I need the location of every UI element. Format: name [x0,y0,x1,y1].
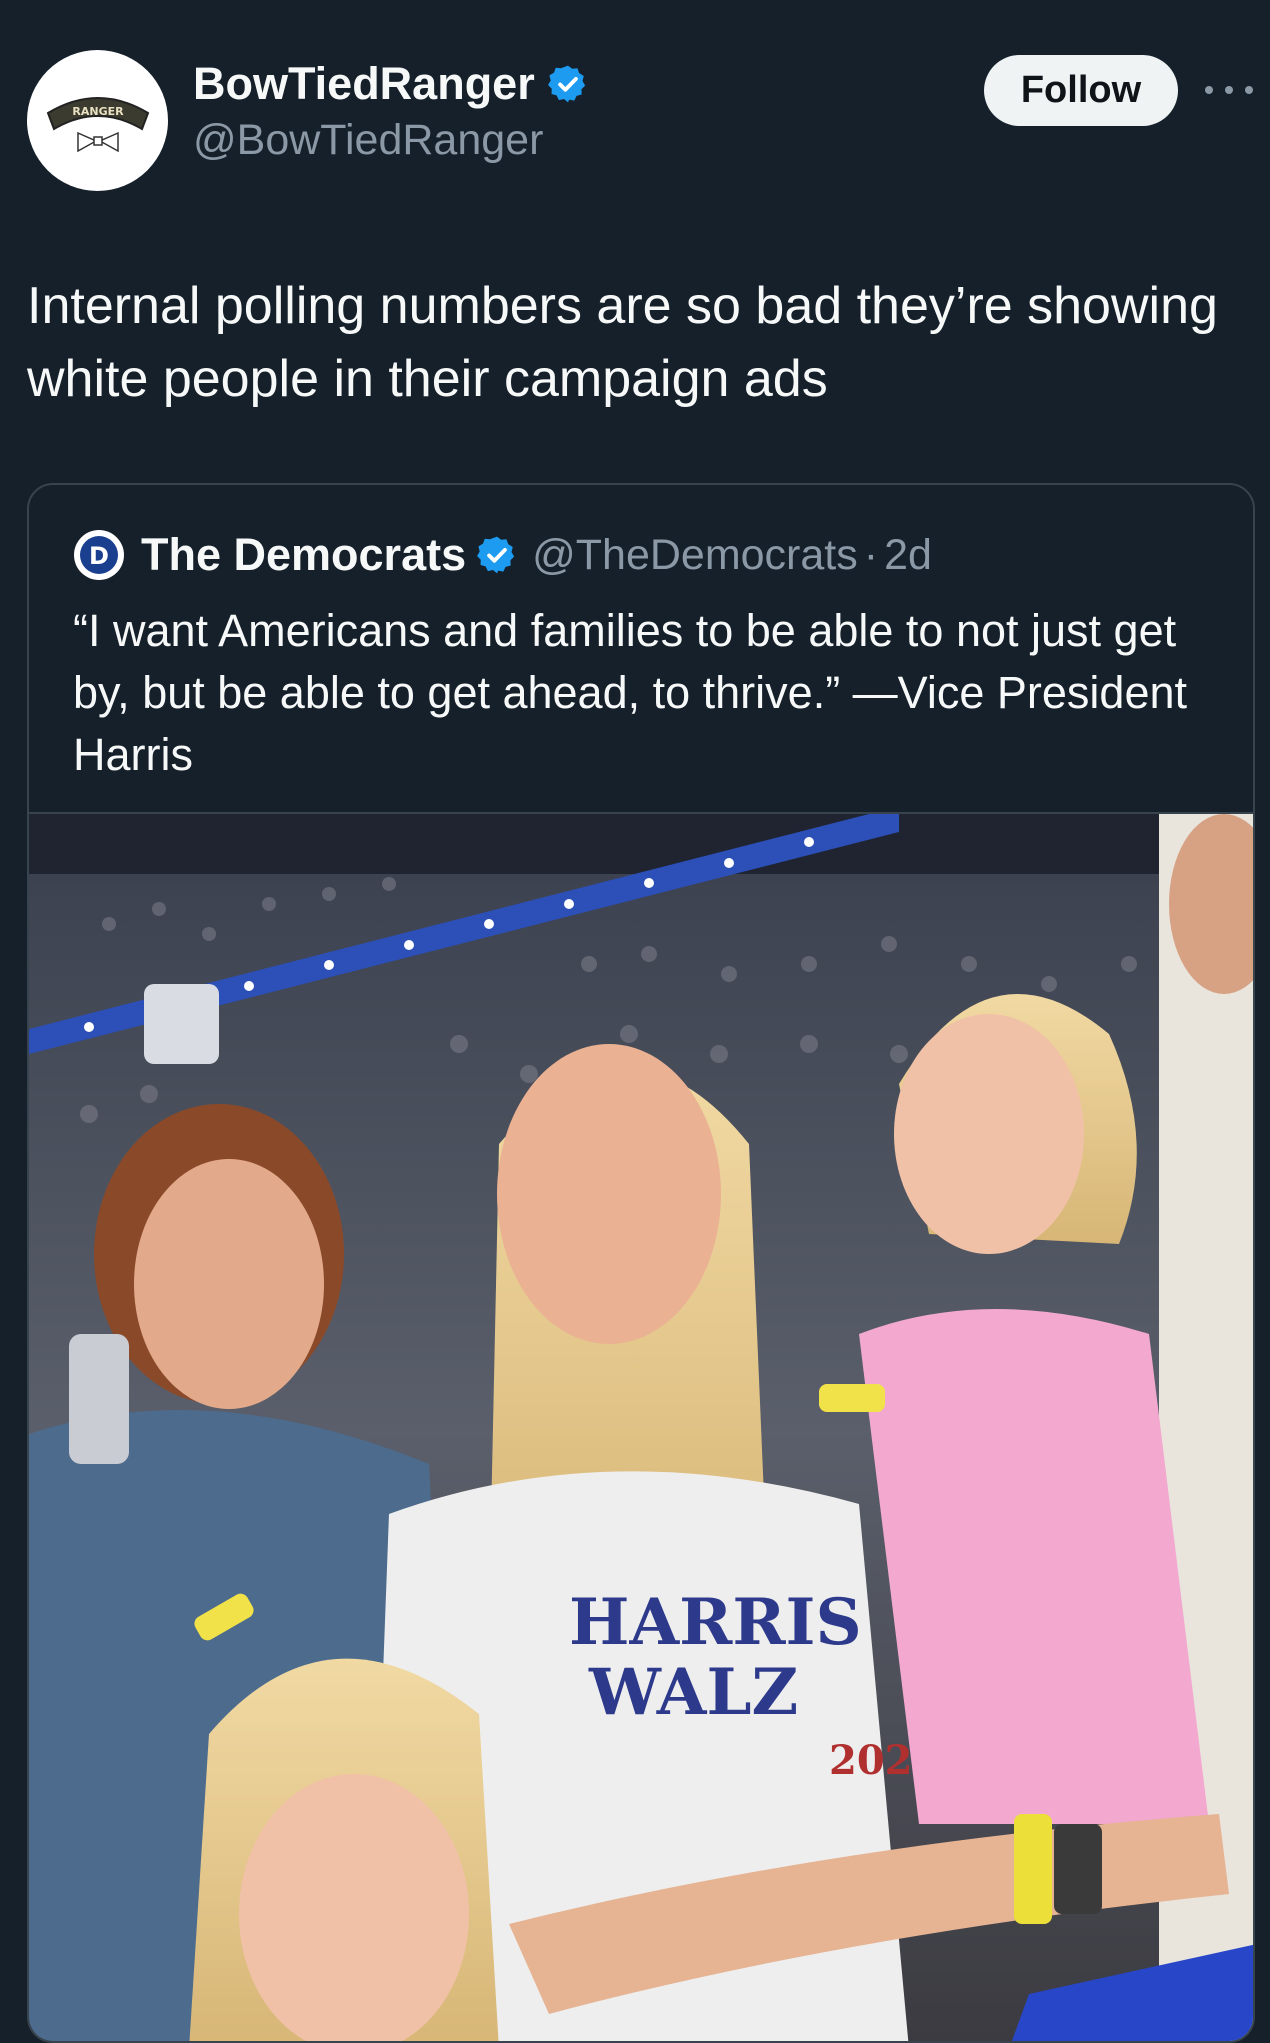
author-info: BowTiedRanger @BowTiedRanger [193,58,589,165]
quoted-photo[interactable]: HARRIS WALZ 202 [29,812,1253,2041]
quoted-author-handle[interactable]: @TheDemocrats [532,531,858,580]
shirt-text-line-3: 202 [829,1737,913,1784]
quoted-author-name[interactable]: The Democrats [141,529,466,581]
avatar-label: RANGER [72,105,124,118]
verified-badge-icon[interactable] [547,63,589,105]
quoted-tweet[interactable]: D The Democrats @TheDemocrats · 2d “I wa… [27,483,1255,2043]
democrats-logo-icon[interactable]: D [73,529,125,581]
tweet: RANGER BowTiedRanger @BowTiedRanger Foll… [0,0,1270,2043]
author-name[interactable]: BowTiedRanger [193,58,535,110]
ranger-tab-icon: RANGER [46,96,149,152]
author-avatar[interactable]: RANGER [27,50,168,191]
quoted-timestamp[interactable]: 2d [884,531,932,580]
shirt-text-line-1: HARRIS [569,1585,862,1660]
quoted-header: D The Democrats @TheDemocrats · 2d [73,529,932,581]
quoted-separator: · [863,530,879,579]
quoted-verified-badge-icon[interactable] [476,534,518,576]
follow-button[interactable]: Follow [984,55,1178,126]
democrats-logo-letter: D [89,542,109,570]
quoted-text: “I want Americans and families to be abl… [73,605,1188,780]
tweet-text: Internal polling numbers are so bad they… [27,277,1218,408]
shirt-text-line-2: WALZ [588,1655,798,1730]
author-handle[interactable]: @BowTiedRanger [193,116,589,165]
more-options-icon[interactable] [1205,78,1253,102]
